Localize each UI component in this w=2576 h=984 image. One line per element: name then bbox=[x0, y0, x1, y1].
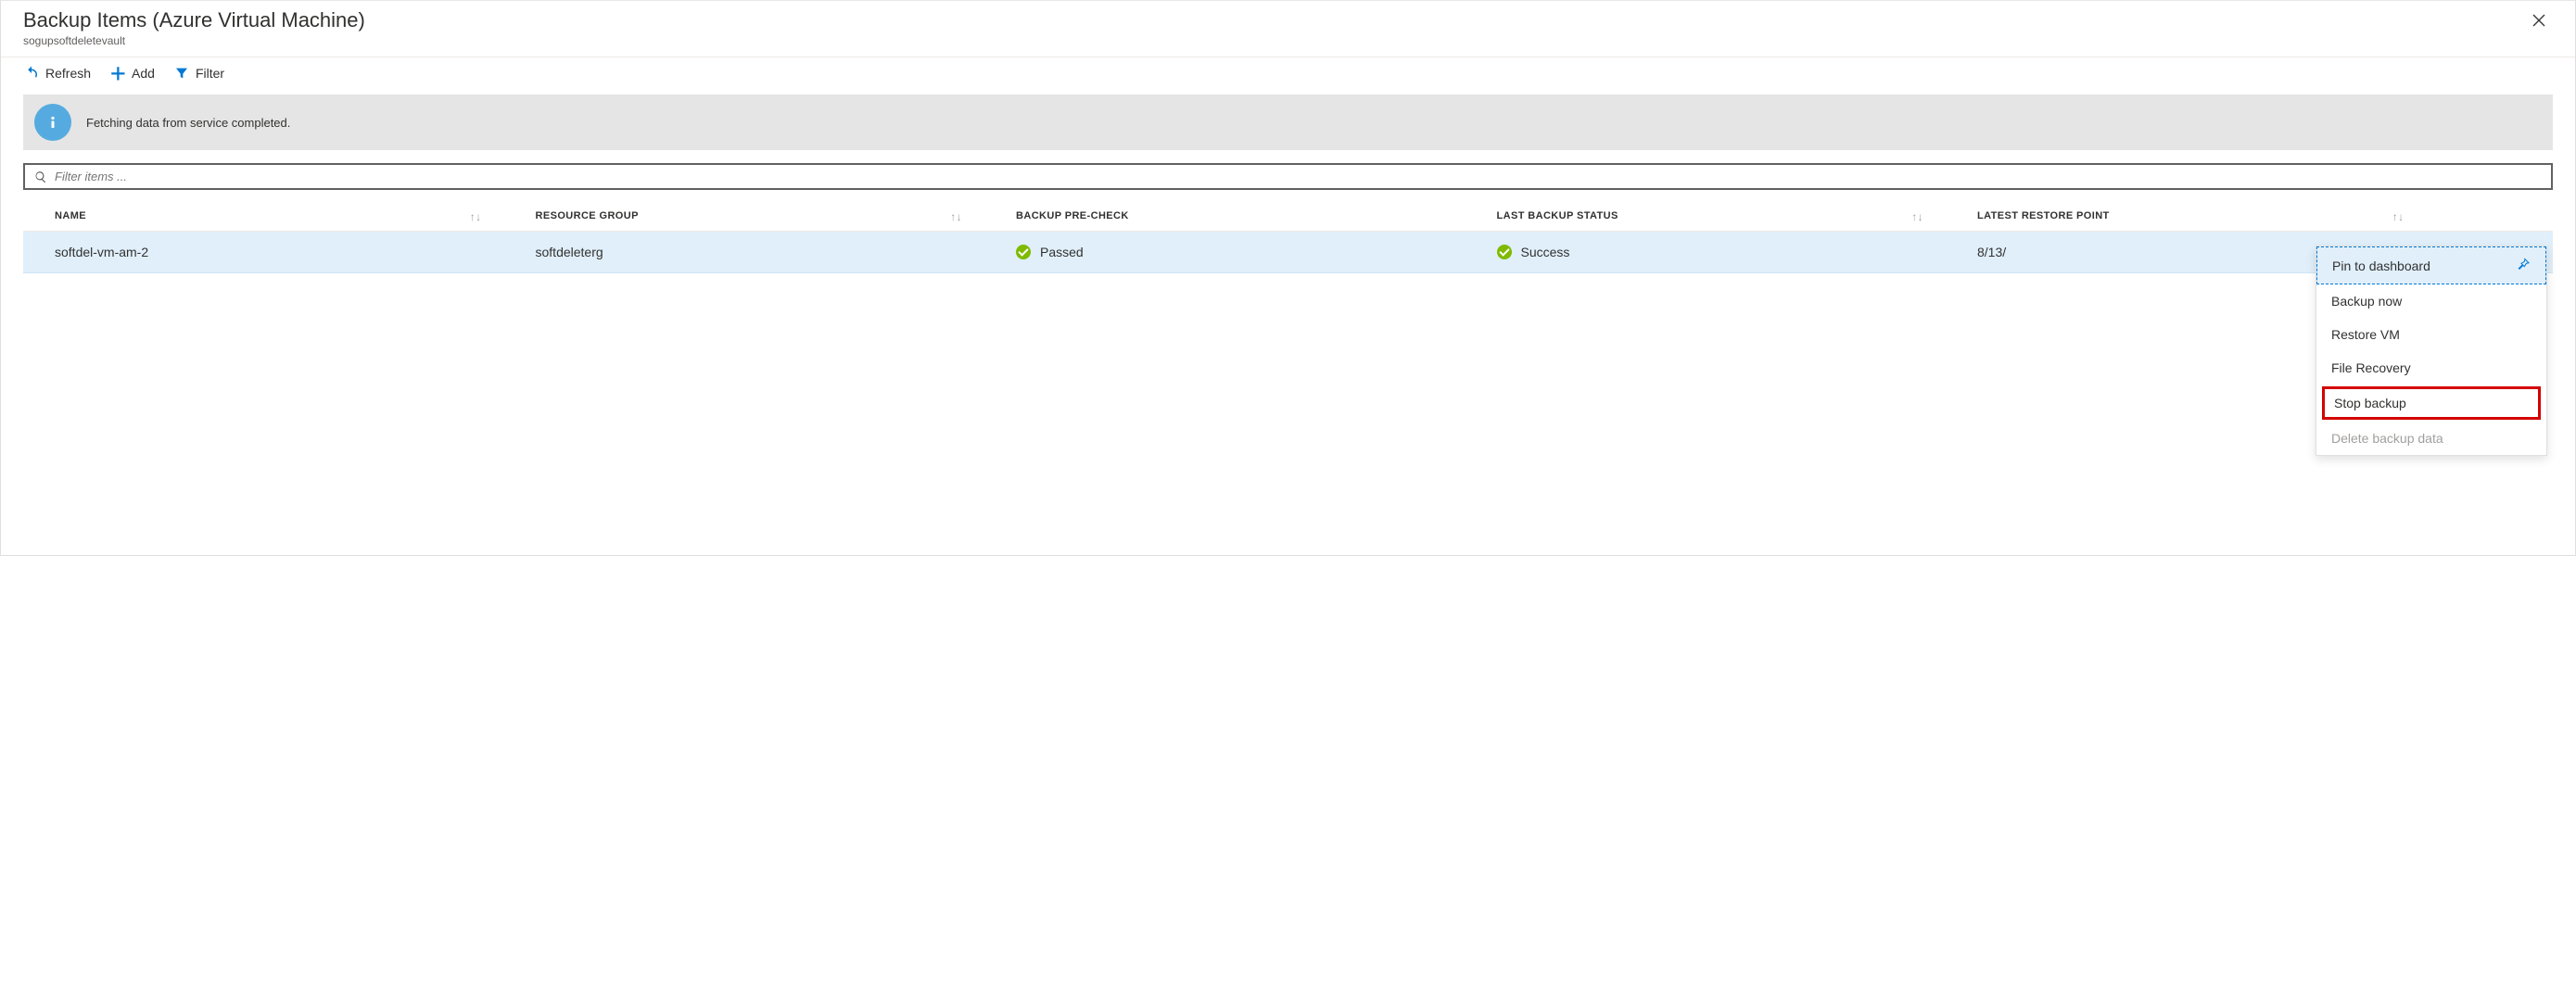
menu-restore-vm[interactable]: Restore VM bbox=[2316, 318, 2546, 351]
content-area: Fetching data from service completed. Na… bbox=[1, 95, 2575, 273]
menu-pin-to-dashboard[interactable]: Pin to dashboard bbox=[2316, 246, 2546, 284]
menu-backup-now[interactable]: Backup now bbox=[2316, 284, 2546, 318]
sort-icon[interactable]: ↑↓ bbox=[2392, 210, 2405, 223]
filter-label: Filter bbox=[196, 66, 224, 81]
col-backup-precheck-label: Backup Pre-Check bbox=[1016, 210, 1129, 221]
info-icon bbox=[34, 104, 71, 141]
info-bar: Fetching data from service completed. bbox=[23, 95, 2553, 150]
refresh-button[interactable]: Refresh bbox=[23, 65, 91, 82]
close-button[interactable] bbox=[2525, 8, 2553, 35]
cell-last-backup-status-label: Success bbox=[1521, 245, 1570, 259]
filter-button[interactable]: Filter bbox=[173, 65, 224, 82]
add-icon bbox=[109, 65, 126, 82]
col-last-backup-status[interactable]: Last Backup Status ↑↓ bbox=[1466, 201, 1947, 232]
table-row[interactable]: softdel-vm-am-2 softdeleterg Passed Succ… bbox=[23, 232, 2553, 273]
success-icon bbox=[1497, 245, 1512, 259]
refresh-icon bbox=[23, 65, 40, 82]
col-name[interactable]: Name ↑↓ bbox=[23, 201, 504, 232]
menu-pin-label: Pin to dashboard bbox=[2332, 259, 2430, 273]
col-latest-restore-point[interactable]: Latest Restore Point ↑↓ bbox=[1946, 201, 2427, 232]
col-backup-precheck[interactable]: Backup Pre-Check bbox=[984, 201, 1466, 232]
sort-icon[interactable]: ↑↓ bbox=[1911, 210, 1923, 223]
toolbar: Refresh Add Filter bbox=[1, 57, 2575, 95]
sort-icon[interactable]: ↑↓ bbox=[470, 210, 482, 223]
menu-delete-backup-data: Delete backup data bbox=[2316, 422, 2546, 455]
sort-icon[interactable]: ↑↓ bbox=[950, 210, 962, 223]
col-resource-group-label: Resource Group bbox=[536, 210, 639, 221]
menu-backup-now-label: Backup now bbox=[2331, 294, 2402, 309]
backup-items-table: Name ↑↓ Resource Group ↑↓ Backup Pre-Che… bbox=[23, 201, 2553, 273]
col-resource-group[interactable]: Resource Group ↑↓ bbox=[504, 201, 985, 232]
filter-icon bbox=[173, 65, 190, 82]
page-title: Backup Items (Azure Virtual Machine) bbox=[23, 8, 365, 32]
add-button[interactable]: Add bbox=[109, 65, 155, 82]
filter-input[interactable] bbox=[55, 170, 2542, 183]
close-icon bbox=[2532, 14, 2545, 27]
blade-container: Backup Items (Azure Virtual Machine) sog… bbox=[0, 0, 2576, 556]
menu-restore-vm-label: Restore VM bbox=[2331, 327, 2400, 342]
menu-stop-backup[interactable]: Stop backup bbox=[2322, 386, 2541, 420]
success-icon bbox=[1016, 245, 1031, 259]
col-name-label: Name bbox=[55, 210, 86, 221]
cell-resource-group: softdeleterg bbox=[504, 232, 985, 273]
col-latest-restore-point-label: Latest Restore Point bbox=[1977, 210, 2110, 221]
info-message: Fetching data from service completed. bbox=[86, 116, 290, 130]
pin-icon bbox=[2516, 257, 2531, 274]
col-actions bbox=[2427, 201, 2554, 232]
menu-file-recovery[interactable]: File Recovery bbox=[2316, 351, 2546, 385]
refresh-label: Refresh bbox=[45, 66, 91, 81]
col-last-backup-status-label: Last Backup Status bbox=[1497, 210, 1618, 221]
context-menu: Pin to dashboard Backup now Restore VM F… bbox=[2316, 246, 2547, 456]
cell-backup-precheck: Passed bbox=[984, 232, 1466, 273]
cell-last-backup-status: Success bbox=[1466, 232, 1947, 273]
table-header-row: Name ↑↓ Resource Group ↑↓ Backup Pre-Che… bbox=[23, 201, 2553, 232]
search-icon bbox=[34, 170, 47, 183]
page-subtitle: sogupsoftdeletevault bbox=[23, 34, 365, 47]
menu-delete-backup-data-label: Delete backup data bbox=[2331, 431, 2443, 446]
menu-file-recovery-label: File Recovery bbox=[2331, 360, 2411, 375]
blade-header: Backup Items (Azure Virtual Machine) sog… bbox=[1, 1, 2575, 57]
cell-backup-precheck-label: Passed bbox=[1040, 245, 1084, 259]
menu-stop-backup-label: Stop backup bbox=[2334, 396, 2406, 410]
filter-input-container[interactable] bbox=[23, 163, 2553, 190]
add-label: Add bbox=[132, 66, 155, 81]
cell-name: softdel-vm-am-2 bbox=[23, 232, 504, 273]
